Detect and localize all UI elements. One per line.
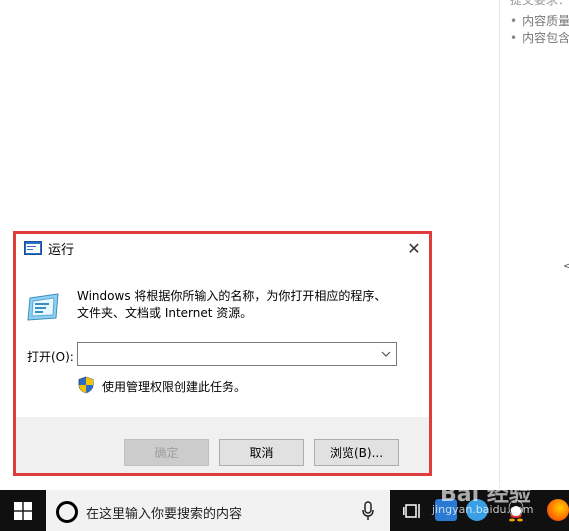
page-divider — [499, 0, 500, 490]
close-icon: ✕ — [407, 238, 421, 258]
task-view-icon[interactable] — [403, 502, 423, 520]
requirement-list: • 内容质量 • 内容包含 — [510, 13, 569, 47]
chevron-down-icon — [381, 351, 391, 357]
cancel-button[interactable]: 取消 — [219, 439, 304, 466]
uac-shield-icon — [78, 376, 94, 394]
firefox-icon[interactable] — [547, 499, 569, 521]
page-edge-mark: < — [563, 261, 569, 272]
run-program-icon — [27, 293, 59, 321]
watermark-url: jingyan.baidu.com — [432, 503, 534, 516]
search-placeholder: 在这里输入你要搜索的内容 — [86, 507, 243, 522]
list-item: • 内容质量 — [510, 14, 569, 28]
dropdown-button[interactable] — [376, 343, 396, 365]
dialog-title: 运行 — [48, 242, 75, 258]
dialog-footer: 确定 取消 浏览(B)... — [16, 417, 429, 473]
page-text-top: 提交要求： — [510, 0, 569, 7]
ok-button[interactable]: 确定 — [124, 439, 209, 466]
dialog-description: Windows 将根据你所输入的名称，为你打开相应的程序、 文件夹、文档或 In… — [77, 289, 387, 320]
dialog-body: Windows 将根据你所输入的名称，为你打开相应的程序、 文件夹、文档或 In… — [16, 262, 429, 417]
browse-button[interactable]: 浏览(B)... — [314, 439, 399, 466]
windows-logo-icon — [14, 501, 32, 520]
run-app-icon — [24, 241, 42, 255]
start-button[interactable] — [0, 490, 46, 531]
close-button[interactable]: ✕ — [399, 234, 429, 262]
list-item: • 内容包含 — [510, 31, 569, 45]
open-label: 打开(O): — [27, 350, 74, 364]
open-input[interactable] — [82, 344, 376, 366]
admin-privilege-note: 使用管理权限创建此任务。 — [102, 380, 247, 394]
cortana-icon[interactable] — [56, 501, 78, 523]
title-bar[interactable]: 运行 ✕ — [16, 234, 429, 262]
taskbar-search-box[interactable]: 在这里输入你要搜索的内容 — [46, 490, 390, 531]
microphone-icon[interactable] — [362, 501, 374, 521]
open-combobox[interactable] — [77, 342, 397, 366]
run-dialog: 运行 ✕ Windows 将根据你所输入的名称，为你打开相应的程序、 文件夹、文… — [13, 231, 432, 476]
